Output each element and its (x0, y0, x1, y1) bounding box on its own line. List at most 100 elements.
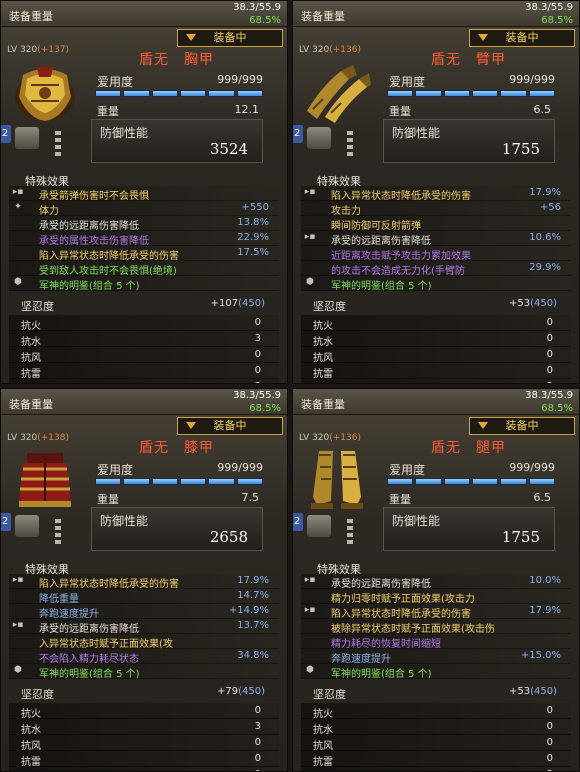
resistance-value: 0 (546, 737, 553, 748)
top-bar: 装备重量 38.3/55.9 68.5% (293, 1, 579, 27)
item-level: LV 320(+136) (299, 433, 361, 443)
item-level: LV 320(+137) (7, 45, 69, 55)
equipped-badge: 装备中 (469, 417, 575, 435)
equipped-badge: 装备中 (177, 29, 283, 47)
resistance-value: 0 (254, 349, 261, 360)
defense-box: 防御性能 1755 (383, 119, 555, 163)
effect-name: 被除异常状态时赋予正面效果(攻击伤 (331, 624, 495, 635)
defense-label: 防御性能 (392, 126, 441, 140)
effect-value: 17.9% (237, 575, 269, 586)
resistance-value: 0 (546, 317, 553, 328)
arm-armor-icon (307, 65, 371, 123)
armor-panel-chest[interactable]: 装备重量 38.3/55.9 68.5% 装备中 LV 320(+137) 2 … (0, 0, 288, 384)
resistance-value: 0 (546, 365, 553, 376)
effect-row: 承受的远距离伤害降低 13.8% (9, 216, 279, 232)
effect-row: 瞬间防御可反射箭弹 (301, 216, 571, 232)
resistance-value: 0 (546, 333, 553, 344)
resistance-list: 抗火0抗水0抗风0抗雷0抗土3 (301, 315, 571, 383)
effect-value: 10.0% (529, 575, 561, 586)
resistance-value: 0 (546, 753, 553, 764)
resistance-list: 抗火 0 抗水 3 抗风 0 抗雷 0 抗土 3 (9, 315, 279, 383)
resistance-row: 抗雷 0 (9, 363, 279, 380)
effect-name: 陷入异常状态时降低承受的伤害 (331, 191, 471, 202)
resistance-list: 抗火0抗水0抗风0抗雷0抗土3 (301, 703, 571, 771)
weight-value: 7.5 (241, 491, 260, 504)
resistance-value: 3 (547, 381, 553, 383)
effect-value: 22.9% (237, 232, 269, 243)
armor-type-icon (307, 515, 331, 537)
item-name: 盾无 膝甲 (139, 440, 214, 456)
resistance-row: 抗土3 (301, 767, 571, 771)
armor-panel-arms[interactable]: 装备重量 38.3/55.9 68.5% 装备中 LV 320(+136) 2 … (292, 0, 580, 384)
resistance-value: 0 (254, 365, 261, 376)
effect-row: 降低重量 14.7% (9, 589, 279, 605)
effect-row: 被除异常状态时赋予正面效果(攻击伤 (301, 619, 571, 635)
effect-name: 军神的明鉴(组合 5 个) (331, 669, 432, 680)
armor-panel-legs[interactable]: 装备重量 38.3/55.9 68.5% 装备中 LV 320(+136) 2 … (292, 388, 580, 772)
effect-name: 承受的属性攻击伤害降低 (39, 236, 149, 247)
effect-row: ▸▪ 陷入异常状态时降低承受的伤害 17.9% (301, 186, 571, 202)
resistance-label: 抗水 (21, 337, 41, 348)
resistance-label: 抗火 (21, 709, 41, 720)
effect-name: 不会陷入精力耗尽状态 (39, 654, 139, 665)
weight-label: 重量 (97, 105, 119, 118)
effect-row: 奔跑速度提升 +14.9% (9, 604, 279, 620)
effect-row: 近距离攻击赋予攻击力累加效果 (301, 246, 571, 262)
level-bonus: (+138) (37, 433, 69, 443)
top-bar: 装备重量 38.3/55.9 68.5% (1, 389, 287, 415)
resistance-row: 抗风 0 (9, 347, 279, 364)
effect-row: ⬢ 军神的明鉴(组合 5 个) (9, 664, 279, 680)
waist-armor-icon (19, 453, 71, 507)
resistance-label: 抗土 (313, 381, 333, 383)
effect-name: 承受的远距离伤害降低 (331, 236, 431, 247)
equipped-badge: 装备中 (469, 29, 575, 47)
level-value: 320 (312, 433, 330, 443)
effect-name: 奔跑速度提升 (39, 609, 99, 620)
effect-value: 13.7% (237, 620, 269, 631)
resistance-row: 抗水 0 (301, 331, 571, 348)
effect-value: 13.8% (237, 217, 269, 228)
effect-name: 瞬间防御可反射箭弹 (331, 221, 421, 232)
resistance-row: 抗火 0 (9, 703, 279, 720)
effect-icon: ▸▪ (304, 575, 316, 585)
effect-name: 陷入异常状态时降低承受的伤害 (39, 579, 179, 590)
resistance-value: 0 (546, 721, 553, 732)
resistance-label: 抗水 (21, 725, 41, 736)
armor-panel-waist[interactable]: 装备重量 38.3/55.9 68.5% 装备中 LV 320(+138) 2 … (0, 388, 288, 772)
resistance-label: 抗风 (313, 741, 333, 752)
defense-value: 1755 (501, 528, 540, 546)
effect-name: 奔跑速度提升 (331, 654, 391, 665)
effect-icon: ⬢ (306, 665, 314, 675)
effect-value: 17.9% (529, 187, 561, 198)
effect-row: 承受的属性攻击伤害降低 22.9% (9, 231, 279, 247)
item-level: LV 320(+138) (7, 433, 69, 443)
effect-name: 军神的明鉴(组合 5 个) (331, 281, 432, 292)
equip-weight-percent: 68.5% (541, 15, 573, 26)
equip-weight-label: 装备重量 (301, 398, 345, 411)
durability-value: 999/999 (509, 73, 555, 86)
effect-name: 陷入异常状态时降低承受的伤害 (39, 251, 179, 262)
resistance-row: 抗火 0 (301, 703, 571, 720)
resistance-row: 抗水 3 (9, 719, 279, 736)
effect-icon: ⬢ (14, 277, 22, 287)
effect-name: 入异常状态时赋予正面效果(攻 (39, 639, 173, 650)
level-bonus: (+136) (329, 433, 361, 443)
effect-name: 承受的远距离伤害降低 (39, 221, 139, 232)
effect-value: 14.7% (237, 590, 269, 601)
dropdown-arrow-icon (478, 422, 488, 429)
resistance-row: 抗土 3 (301, 379, 571, 383)
resistance-row: 抗水 3 (9, 331, 279, 348)
weight-label: 重量 (389, 493, 411, 506)
resistance-row: 抗水 0 (301, 719, 571, 736)
poise-label: 坚忍度 (313, 688, 346, 701)
effects-list: ▸▪ 承受箭弹伤害时不会畏惧 ✦ 体力 +550 承受的远距离伤害降低 13.8% 承受的属性… (9, 186, 279, 292)
equipped-badge-label: 装备中 (505, 31, 539, 44)
durability-value: 999/999 (217, 73, 263, 86)
resistance-row: 抗雷 0 (9, 751, 279, 768)
resistance-label: 抗风 (313, 353, 333, 364)
resistance-value: 0 (546, 705, 553, 716)
durability-value: 999/999 (509, 461, 555, 474)
resistance-list: 抗火 0 抗水 3 抗风 0 抗雷 0 抗土0 (9, 703, 279, 771)
effect-value: +56 (539, 202, 561, 213)
level-value: 320 (20, 433, 38, 443)
